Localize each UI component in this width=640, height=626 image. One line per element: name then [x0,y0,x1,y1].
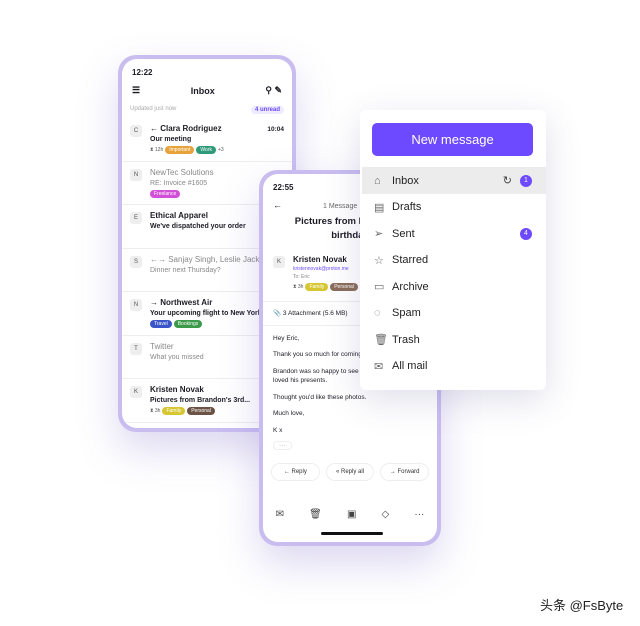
body-line: Much love, [273,410,305,418]
folder-starred[interactable]: ☆ Starred [362,247,546,274]
sent-icon: ➢ [374,228,384,240]
updated-text: Updated just now [130,106,177,112]
avatar: E [130,212,142,224]
avatar: C [130,125,142,137]
expand-quote-button[interactable]: ··· [273,440,292,450]
trash-icon[interactable]: 🗑 [309,509,322,520]
archive-icon: ▭ [374,281,385,293]
unread-badge[interactable]: 4 unread [250,106,284,114]
body-line: Thought you'd like these photos. [273,393,367,401]
count-badge: 1 [520,174,532,187]
label-tag: Work [196,146,216,154]
expiry: ⧗ 3h [150,408,161,414]
subject: Our meeting [150,136,192,143]
label-icon[interactable]: ◇ [382,509,390,520]
home-indicator [321,532,383,535]
folder-spam[interactable]: ◌ Spam [362,300,546,327]
folder-inbox[interactable]: ⌂ Inbox ↻ 1 [362,167,546,194]
reply-button[interactable]: ← Reply [271,462,320,481]
folder-menu: New message ⌂ Inbox ↻ 1 ▤ Drafts ➢ Sent 4 ☆… [360,110,546,390]
label-tag: Family [162,407,186,415]
expiry: ⧗ 12h [150,147,164,153]
label-tag: Travel [150,320,172,328]
list-item[interactable]: C ← Clara Rodriguez Our meeting ⧗ 12h Imp… [122,118,292,162]
search-icon[interactable]: ⚲ [265,85,272,95]
label-tag: Personal [187,407,215,415]
label-tag: Bookings [173,320,203,328]
trash-icon: 🗑 [374,334,388,346]
time: 10:04 [267,126,284,133]
label-tag: Personal [330,283,358,291]
draft-icon: ▤ [374,201,385,214]
folder-sent[interactable]: ➢ Sent 4 [362,220,546,247]
body-line: K x [273,426,283,434]
menu-icon[interactable]: ☰ [132,85,140,96]
label-tag: Freelance [150,189,181,198]
avatar: N [130,168,142,181]
spam-icon: ◌ [374,307,381,319]
message-count: 1 Message [323,203,358,210]
all-mail-icon: ✉ [374,360,384,373]
label-tag: Important [165,146,195,154]
inbox-title: Inbox [190,85,215,96]
label-tag: Family [305,283,329,291]
move-folder-icon[interactable]: ▣ [347,509,356,520]
reply-all-button[interactable]: « Reply all [325,462,375,481]
avatar: K [130,386,142,398]
avatar: S [130,255,142,268]
compose-icon[interactable]: ✎ [274,85,282,95]
avatar: N [130,299,142,311]
folder-all-mail[interactable]: ✉ All mail [362,353,546,380]
folder-archive[interactable]: ▭ Archive [362,273,546,300]
watermark: 头条 @FsByte [540,598,624,613]
avatar: T [130,342,142,355]
sender: ← Clara Rodriguez [150,124,222,133]
refresh-icon[interactable]: ↻ [503,174,512,187]
back-icon[interactable]: ← [273,200,282,210]
folder-drafts[interactable]: ▤ Drafts [362,194,546,221]
more-icon[interactable]: ··· [414,509,424,520]
count-badge: 4 [520,227,532,240]
new-message-button[interactable]: New message [372,123,533,156]
forward-button[interactable]: → Forward [380,462,430,481]
paperclip-icon: 📎 [273,310,282,317]
mark-unread-icon[interactable]: ✉ [276,509,284,520]
star-icon: ☆ [374,254,384,267]
inbox-icon: ⌂ [374,174,381,187]
status-time: 12:22 [132,68,153,77]
folder-trash[interactable]: 🗑 Trash [362,326,546,353]
